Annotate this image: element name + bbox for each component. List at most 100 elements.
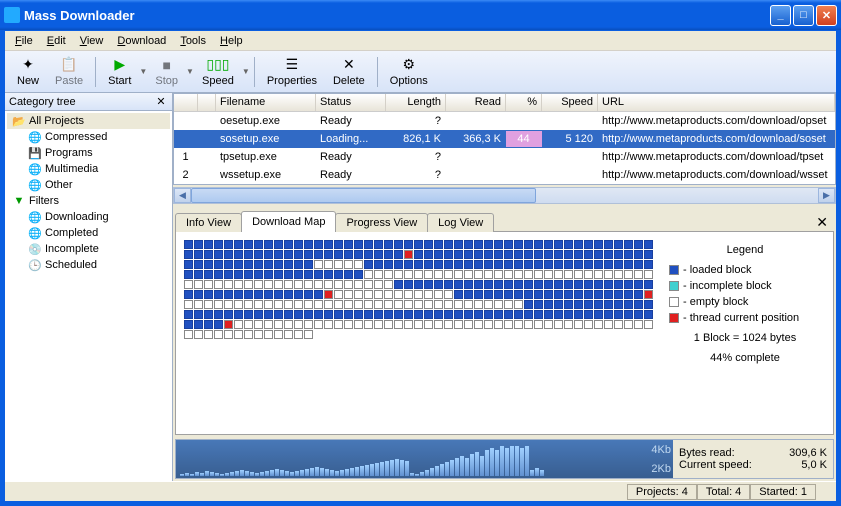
legend-item: - thread current position <box>669 312 821 324</box>
menu-edit[interactable]: Edit <box>41 33 72 49</box>
tree-icon: 🌐 <box>27 210 43 224</box>
stats: Bytes read:309,6 K Current speed:5,0 K <box>673 440 833 478</box>
toolbar-new-button[interactable]: ✦New <box>9 55 47 89</box>
tab-info-view[interactable]: Info View <box>175 213 242 232</box>
menu-file[interactable]: File <box>9 33 39 49</box>
status-cell: Started: 1 <box>750 484 816 500</box>
tree-item-compressed[interactable]: 🌐Compressed <box>7 129 170 145</box>
download-map <box>184 240 653 426</box>
tree-icon: 📂 <box>11 114 27 128</box>
menubar: FileEditViewDownloadToolsHelp <box>5 31 836 51</box>
tree-item-other[interactable]: 🌐Other <box>7 177 170 193</box>
statusbar: Projects: 4Total: 4Started: 1 <box>5 481 836 501</box>
scroll-left-button[interactable]: ◀ <box>174 188 191 203</box>
toolbar-properties-button[interactable]: ☰Properties <box>259 55 325 89</box>
dropdown-arrow-icon[interactable]: ▼ <box>186 67 194 76</box>
close-button[interactable]: ✕ <box>816 5 837 26</box>
tab-log-view[interactable]: Log View <box>427 213 494 232</box>
sidebar-close-icon[interactable]: ✕ <box>154 95 168 108</box>
options-icon: ⚙ <box>401 57 417 73</box>
dropdown-arrow-icon[interactable]: ▼ <box>242 67 250 76</box>
tree-item-programs[interactable]: 💾Programs <box>7 145 170 161</box>
column-header[interactable]: % <box>506 94 542 111</box>
status-cell: Projects: 4 <box>627 484 697 500</box>
tree-item-filters[interactable]: ▼Filters <box>7 193 170 209</box>
app-icon <box>4 7 20 23</box>
detail-panel: Info ViewDownload MapProgress ViewLog Vi… <box>175 210 834 435</box>
horizontal-scrollbar[interactable]: ◀ ▶ <box>173 187 836 204</box>
legend-item: - incomplete block <box>669 280 821 292</box>
tab-progress-view[interactable]: Progress View <box>335 213 428 232</box>
tree-item-multimedia[interactable]: 🌐Multimedia <box>7 161 170 177</box>
scroll-right-button[interactable]: ▶ <box>818 188 835 203</box>
sidebar: Category tree ✕ 📂All Projects🌐Compressed… <box>5 93 173 481</box>
tree-icon: 💾 <box>27 146 43 160</box>
tree-icon: 🕒 <box>27 258 43 272</box>
minimize-button[interactable]: _ <box>770 5 791 26</box>
toolbar-stop-button: ■Stop <box>147 55 186 89</box>
legend-title: Legend <box>669 244 821 256</box>
tree-icon: 🌐 <box>27 226 43 240</box>
dropdown-arrow-icon[interactable]: ▼ <box>139 67 147 76</box>
column-header[interactable]: Filename <box>216 94 316 111</box>
tree-item-incomplete[interactable]: 💿Incomplete <box>7 241 170 257</box>
maximize-button[interactable]: □ <box>793 5 814 26</box>
legend-percent: 44% complete <box>669 352 821 364</box>
bytes-read-label: Bytes read: <box>679 447 735 459</box>
delete-icon: ✕ <box>341 57 357 73</box>
column-header[interactable] <box>198 94 216 111</box>
panel-close-icon[interactable]: ✕ <box>810 214 834 231</box>
legend: Legend - loaded block - incomplete block -… <box>665 240 825 426</box>
bytes-read-value: 309,6 K <box>789 447 827 459</box>
menu-help[interactable]: Help <box>214 33 249 49</box>
tree-item-downloading[interactable]: 🌐Downloading <box>7 209 170 225</box>
titlebar[interactable]: Mass Downloader _ □ ✕ <box>0 0 841 30</box>
tree-icon: ▼ <box>11 194 27 208</box>
category-tree: 📂All Projects🌐Compressed💾Programs🌐Multim… <box>5 111 172 275</box>
speed-icon: ▯▯▯ <box>210 57 226 73</box>
stop-icon: ■ <box>159 57 175 73</box>
tab-download-map[interactable]: Download Map <box>241 211 336 232</box>
toolbar-options-button[interactable]: ⚙Options <box>382 55 436 89</box>
column-header[interactable] <box>174 94 198 111</box>
download-grid: FilenameStatusLengthRead%SpeedURL oesetu… <box>173 93 836 185</box>
new-icon: ✦ <box>20 57 36 73</box>
window-title: Mass Downloader <box>24 8 770 23</box>
scroll-thumb[interactable] <box>191 188 536 203</box>
tree-icon: 🌐 <box>27 178 43 192</box>
sidebar-title: Category tree <box>9 96 154 108</box>
current-speed-value: 5,0 K <box>801 459 827 471</box>
menu-tools[interactable]: Tools <box>174 33 212 49</box>
speed-scale: 4Kb 2Kb <box>647 440 673 478</box>
tree-icon: 🌐 <box>27 162 43 176</box>
start-icon: ▶ <box>112 57 128 73</box>
column-header[interactable]: Speed <box>542 94 598 111</box>
paste-icon: 📋 <box>61 57 77 73</box>
table-row[interactable]: oesetup.exeReady?http://www.metaproducts… <box>174 112 835 130</box>
toolbar: ✦New📋Paste▶Start▼■Stop▼▯▯▯Speed▼☰Propert… <box>5 51 836 93</box>
table-row[interactable]: 1tpsetup.exeReady?http://www.metaproduct… <box>174 148 835 166</box>
tree-item-all-projects[interactable]: 📂All Projects <box>7 113 170 129</box>
speed-panel: 4Kb 2Kb Bytes read:309,6 K Current speed… <box>175 439 834 479</box>
tree-item-scheduled[interactable]: 🕒Scheduled <box>7 257 170 273</box>
table-row[interactable]: sosetup.exeLoading...826,1 K366,3 K445 1… <box>174 130 835 148</box>
legend-item: - empty block <box>669 296 821 308</box>
tree-item-completed[interactable]: 🌐Completed <box>7 225 170 241</box>
column-header[interactable]: Status <box>316 94 386 111</box>
column-header[interactable]: URL <box>598 94 835 111</box>
menu-download[interactable]: Download <box>111 33 172 49</box>
legend-item: - loaded block <box>669 264 821 276</box>
toolbar-start-button[interactable]: ▶Start <box>100 55 139 89</box>
table-row[interactable]: 2wssetup.exeReady?http://www.metaproduct… <box>174 166 835 184</box>
toolbar-speed-button[interactable]: ▯▯▯Speed <box>194 55 242 89</box>
tree-icon: 💿 <box>27 242 43 256</box>
column-header[interactable]: Read <box>446 94 506 111</box>
speed-graph <box>176 440 647 478</box>
toolbar-delete-button[interactable]: ✕Delete <box>325 55 373 89</box>
column-header[interactable]: Length <box>386 94 446 111</box>
legend-block-size: 1 Block = 1024 bytes <box>669 332 821 344</box>
menu-view[interactable]: View <box>74 33 110 49</box>
properties-icon: ☰ <box>284 57 300 73</box>
status-cell: Total: 4 <box>697 484 750 500</box>
tree-icon: 🌐 <box>27 130 43 144</box>
